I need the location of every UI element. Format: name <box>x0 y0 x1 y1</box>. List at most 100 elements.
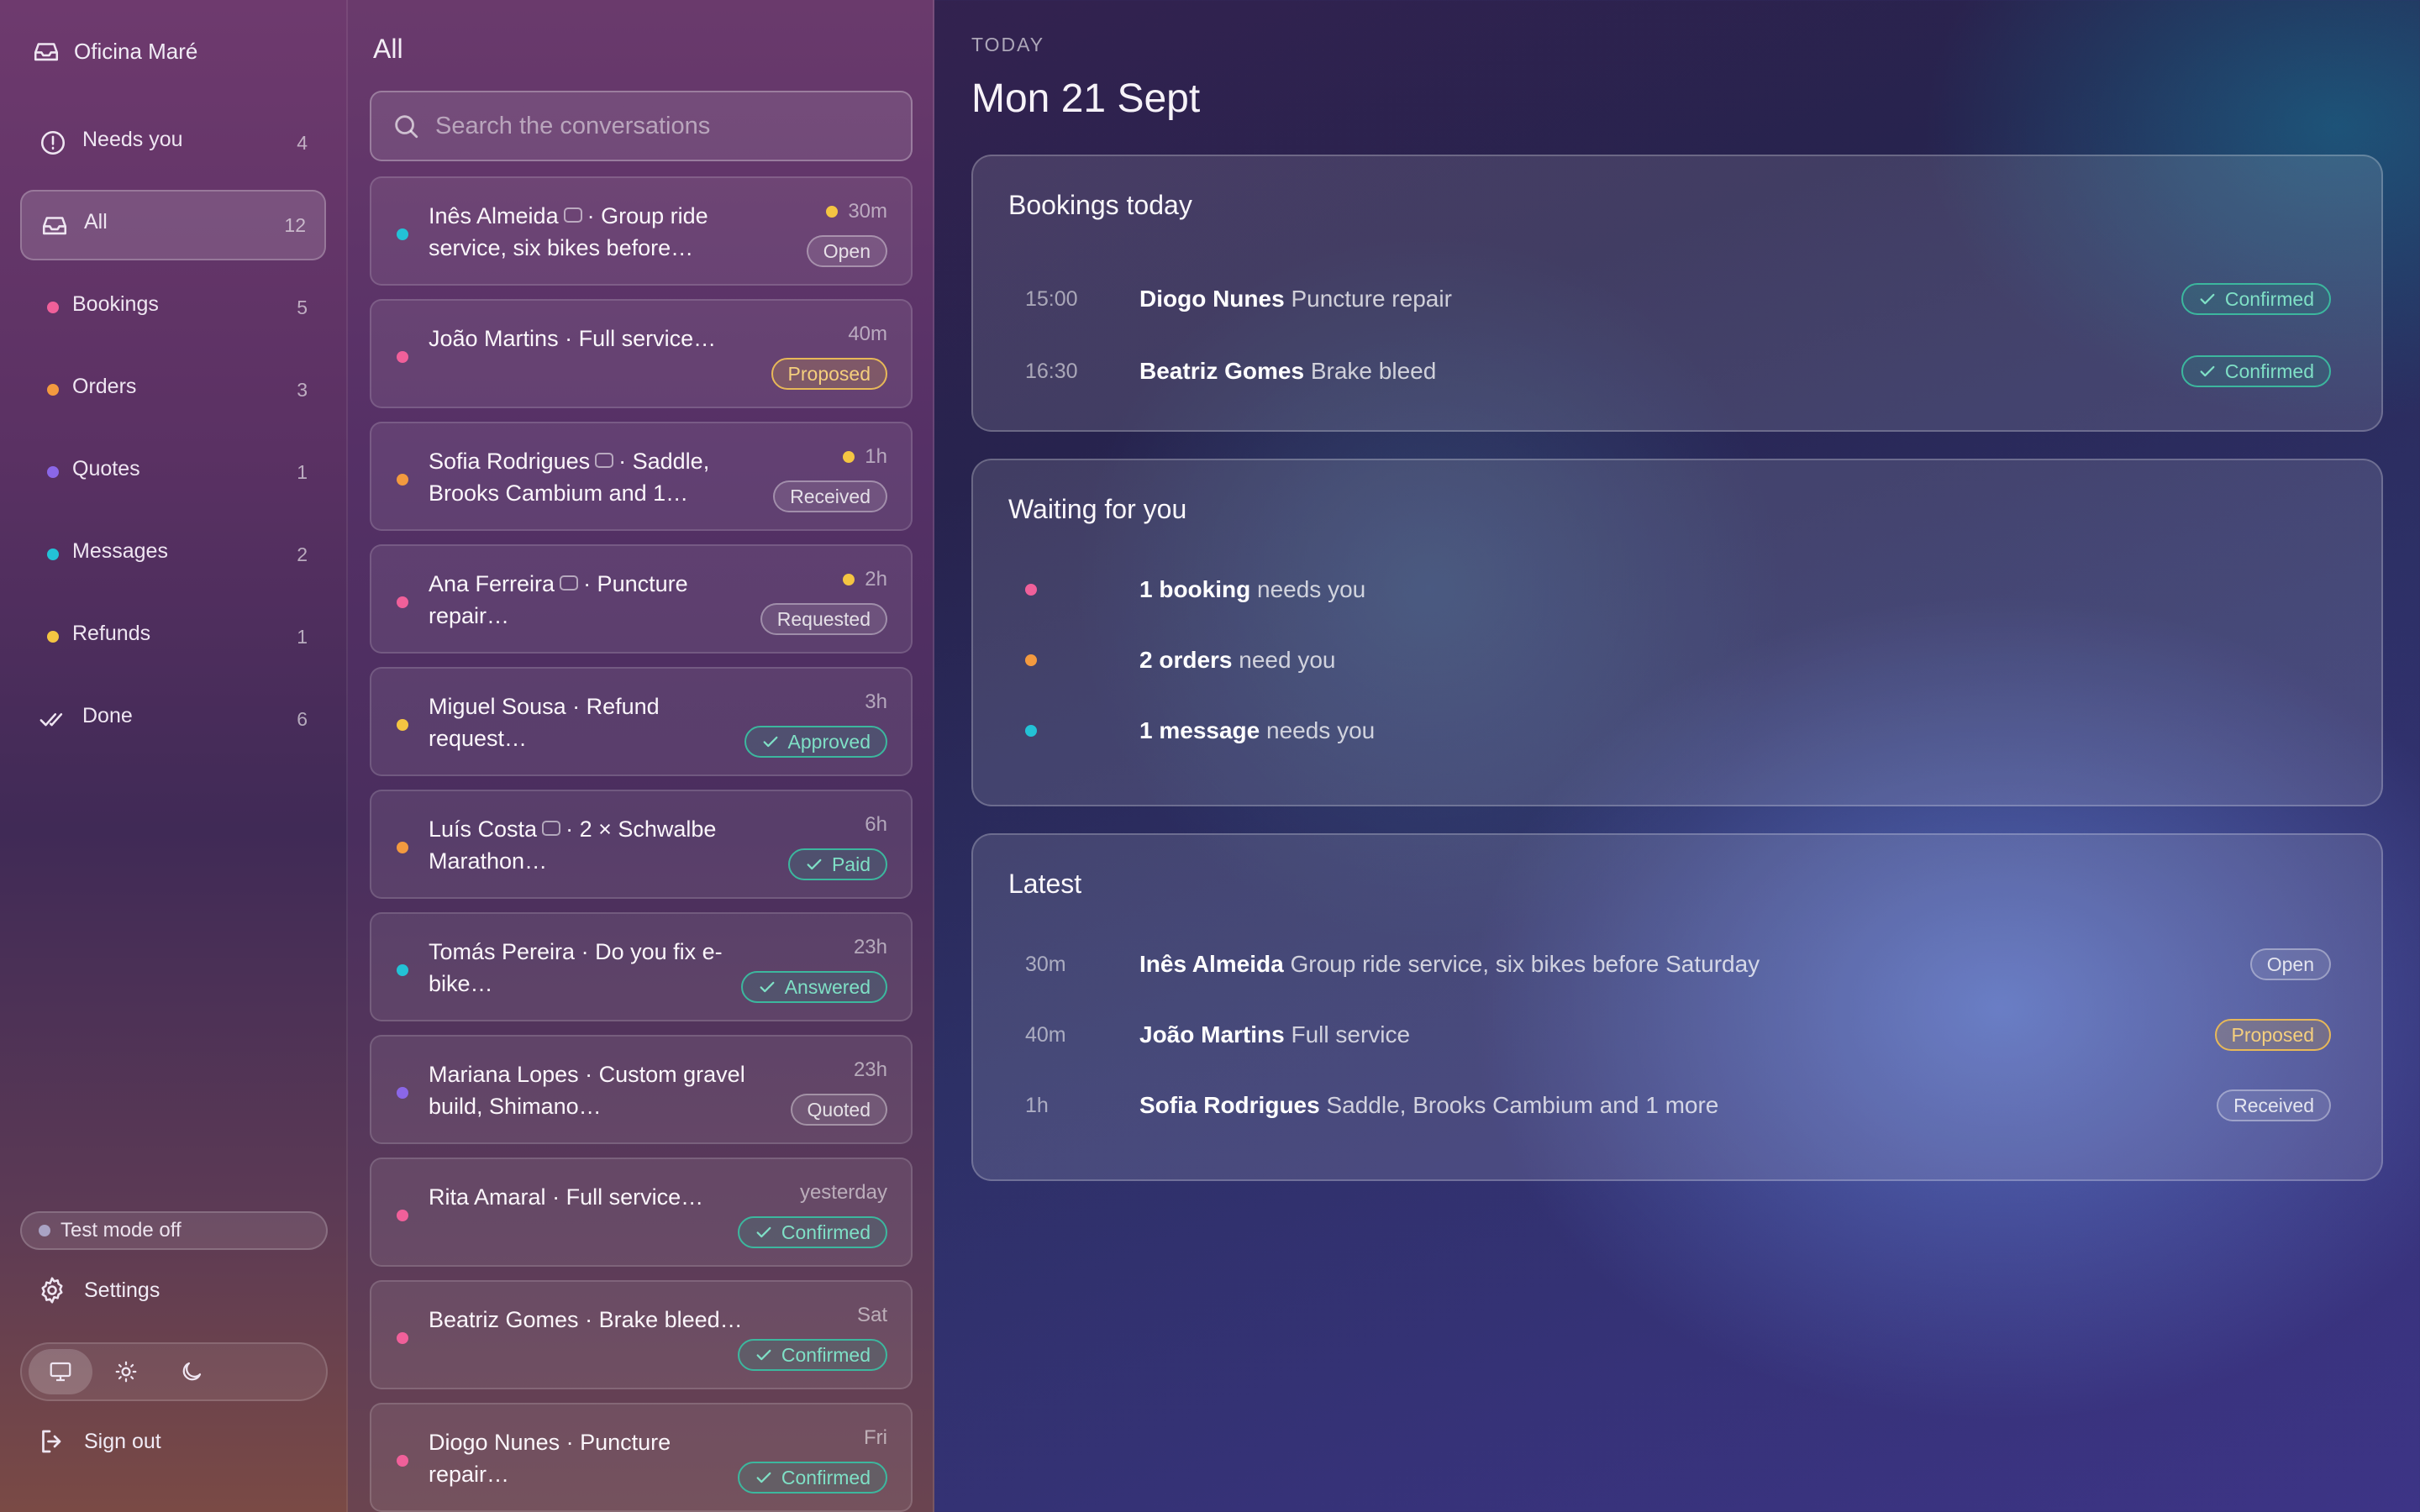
badge-wrap: Confirmed <box>2181 355 2331 387</box>
conversation-preview: Tomás Pereira · Do you fix e-bike… <box>429 936 748 1000</box>
status-badge: Confirmed <box>737 1462 887 1494</box>
check-icon <box>2200 293 2215 305</box>
timestamp: 23h <box>854 1058 887 1082</box>
status-badge: Quoted <box>790 1094 887 1126</box>
badge-wrap: Confirmed <box>737 1462 887 1494</box>
timestamp-label: Fri <box>864 1426 887 1449</box>
sidebar-item-bookings[interactable]: Bookings 5 <box>20 272 326 343</box>
timestamp: 30m <box>826 200 887 223</box>
timestamp-label: 2h <box>865 568 887 591</box>
check-icon <box>2200 365 2215 377</box>
status-badge-label: Received <box>790 485 871 507</box>
theme-light-button[interactable] <box>94 1349 158 1394</box>
row-text: Diogo Nunes Puncture repair <box>1139 286 1452 312</box>
conversation-list: All Inês Almeida· Group ride service, si… <box>348 0 934 1512</box>
sidebar-nav: Needs you 4 All 12 Bookings 5 Orders 3 Q… <box>20 108 326 766</box>
category-dot <box>1025 654 1037 666</box>
sidebar-item-refunds[interactable]: Refunds 1 <box>20 601 326 672</box>
waiting-row[interactable]: 2 orders need you <box>973 635 2381 685</box>
latest-row[interactable]: 40m João Martins Full service Proposed <box>973 1010 2381 1060</box>
row-time: 30m <box>1025 952 1066 976</box>
category-dot <box>397 596 408 608</box>
sign-out-link[interactable]: Sign out <box>37 1426 161 1457</box>
sidebar-item-count: 2 <box>297 543 308 565</box>
booking-row[interactable]: 15:00 Diogo Nunes Puncture repair Confirme… <box>973 274 2381 324</box>
conversation-card[interactable]: Beatriz Gomes · Brake bleed… Sat Confirmed <box>370 1280 913 1389</box>
sidebar-item-label: Quotes <box>72 456 140 480</box>
conversation-card[interactable]: Ana Ferreira · Puncture repair… 2h Requeste… <box>370 544 913 654</box>
conversation-card[interactable]: Inês Almeida · Group ride service, six bi… <box>370 176 913 286</box>
sidebar-item-quotes[interactable]: Quotes 1 <box>20 437 326 507</box>
conversation-card[interactable]: Mariana Lopes · Custom gravel build, Shi… <box>370 1035 913 1144</box>
settings-label: Settings <box>84 1278 160 1302</box>
sidebar-item-label: Done <box>82 703 133 727</box>
row-detail: Brake bleed <box>1310 358 1437 384</box>
row-title: Beatriz Gomes <box>1139 358 1305 384</box>
status-badge: Answered <box>740 971 887 1003</box>
conversation-card[interactable]: Luís Costa · 2 × Schwalbe Marathon… 6h Paid <box>370 790 913 899</box>
sidebar-item-messages[interactable]: Messages 2 <box>20 519 326 590</box>
sidebar-item-done[interactable]: Done 6 <box>20 684 326 754</box>
sidebar-item-needs-you[interactable]: Needs you 4 <box>20 108 326 178</box>
badge-wrap: Open <box>2249 948 2331 980</box>
inbox-icon <box>39 209 71 241</box>
sidebar-item-all[interactable]: All 12 <box>20 190 326 260</box>
conversation-subject: · Full service… <box>552 1184 704 1210</box>
today-label: TODAY <box>971 34 1045 55</box>
waiting-row[interactable]: 1 message needs you <box>973 706 2381 756</box>
search-icon <box>395 115 418 139</box>
badge-wrap: Approved <box>744 726 887 758</box>
customer-name: Tomás Pereira <box>429 939 576 964</box>
status-badge-label: Confirmed <box>781 1343 871 1366</box>
sidebar-item-orders[interactable]: Orders 3 <box>20 354 326 425</box>
status-badge-label: Confirmed <box>781 1466 871 1488</box>
search-input[interactable] <box>435 112 906 140</box>
conversation-card[interactable]: Diogo Nunes · Puncture repair… Fri Confirm… <box>370 1403 913 1512</box>
latest-row[interactable]: 30m Inês Almeida Group ride service, six … <box>973 939 2381 990</box>
latest-row[interactable]: 1h Sofia Rodrigues Saddle, Brooks Cambium… <box>973 1080 2381 1131</box>
monitor-icon <box>50 1362 71 1382</box>
conversation-card[interactable]: Rita Amaral · Full service… yesterday Conf… <box>370 1158 913 1267</box>
page-title: Mon 21 Sept <box>971 76 1201 121</box>
status-badge: Requested <box>760 603 887 635</box>
timestamp: 1h <box>843 445 887 469</box>
conversation-preview: João Martins · Full service… <box>429 323 748 354</box>
category-dot <box>1025 725 1037 737</box>
timestamp: Fri <box>864 1426 887 1450</box>
conversation-card[interactable]: Miguel Sousa · Refund request… 3h Approved <box>370 667 913 776</box>
row-detail: Puncture repair <box>1291 286 1452 312</box>
row-detail: needs you <box>1266 717 1376 743</box>
brand-name: Oficina Maré <box>74 38 198 64</box>
row-title: Diogo Nunes <box>1139 286 1285 312</box>
check-icon <box>763 736 777 748</box>
brand[interactable]: Oficina Maré <box>32 37 197 66</box>
theme-dark-button[interactable] <box>160 1349 224 1394</box>
unread-dot <box>843 574 855 585</box>
waiting-row[interactable]: 1 booking needs you <box>973 564 2381 615</box>
sidebar-item-label: Refunds <box>72 621 151 645</box>
status-badge: Approved <box>744 726 887 758</box>
conversation-card[interactable]: Sofia Rodrigues · Saddle, Brooks Cambium … <box>370 422 913 531</box>
sidebar-item-label: Bookings <box>72 291 159 316</box>
customer-name: Rita Amaral <box>429 1184 546 1210</box>
category-dot <box>47 384 59 396</box>
status-badge: Proposed <box>771 358 887 390</box>
conversation-card[interactable]: Tomás Pereira · Do you fix e-bike… 23h Ans… <box>370 912 913 1021</box>
booking-row[interactable]: 16:30 Beatriz Gomes Brake bleed Confirmed <box>973 346 2381 396</box>
status-badge-label: Paid <box>831 853 871 875</box>
conversation-card[interactable]: João Martins · Full service… 40m Proposed <box>370 299 913 408</box>
category-dot <box>397 1332 408 1344</box>
customer-name: Luís Costa <box>429 816 538 842</box>
test-mode-toggle[interactable]: Test mode off <box>20 1211 328 1250</box>
sign-out-icon <box>42 1430 61 1453</box>
status-badge-label: Approved <box>787 730 871 753</box>
status-dot <box>39 1225 50 1236</box>
status-badge: Confirmed <box>737 1339 887 1371</box>
bot-icon <box>542 820 561 836</box>
search-box[interactable] <box>370 91 913 161</box>
sidebar-item-count: 5 <box>297 296 308 318</box>
conversation-preview: Rita Amaral · Full service… <box>429 1181 748 1213</box>
settings-link[interactable]: Settings <box>37 1275 160 1305</box>
theme-system-button[interactable] <box>29 1349 92 1394</box>
row-time: 16:30 <box>1025 359 1078 383</box>
